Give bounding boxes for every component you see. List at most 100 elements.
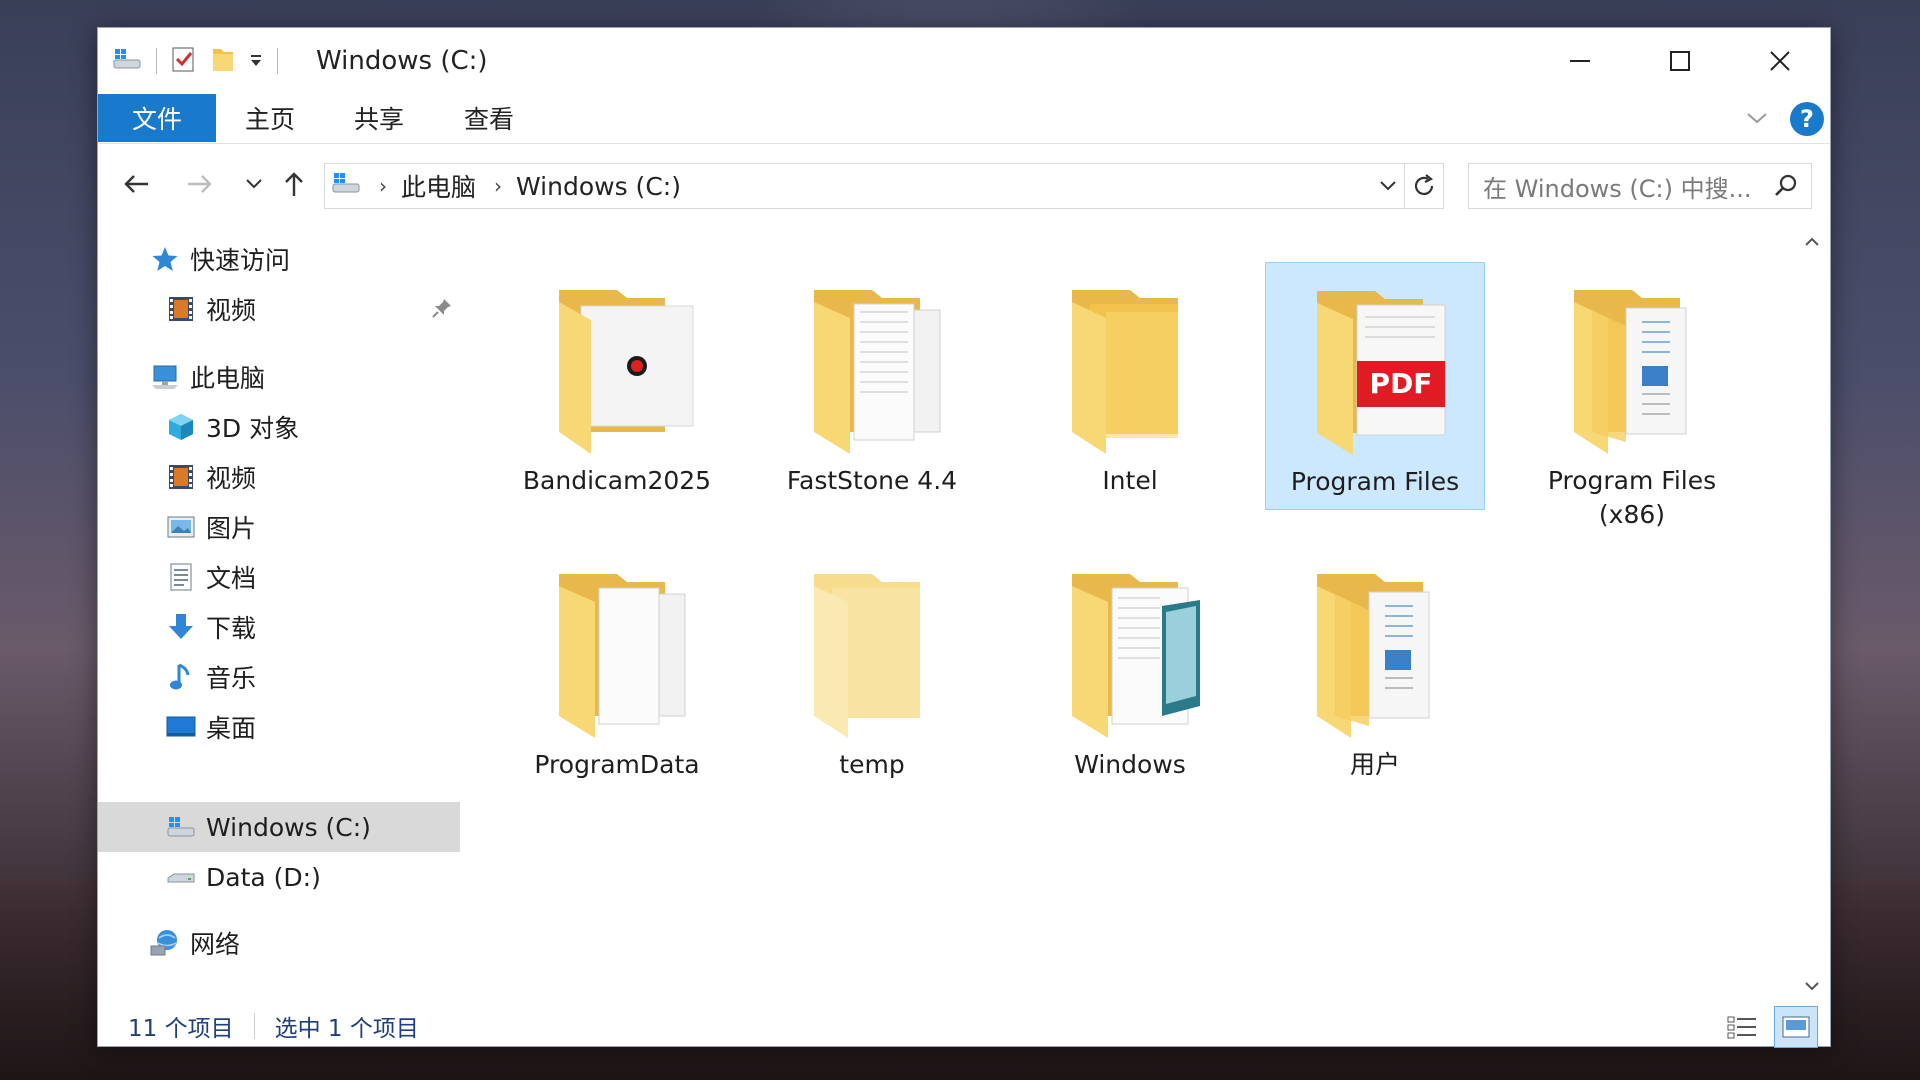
drive-icon (164, 860, 198, 894)
folder-icon (537, 566, 697, 746)
folder-item-programdata[interactable]: ProgramData (507, 546, 727, 794)
folder-item-program-files-x86[interactable]: Program Files (x86) (1522, 262, 1742, 529)
cube-icon (164, 410, 198, 444)
new-folder-icon[interactable] (211, 45, 235, 77)
picture-icon (164, 510, 198, 544)
folder-icon (792, 566, 952, 746)
maximize-icon (1670, 51, 1690, 71)
sidebar-item-label: 网络 (190, 930, 241, 959)
sidebar-item-windows-c[interactable]: Windows (C:) (98, 802, 460, 852)
chevron-down-icon (1805, 982, 1819, 991)
breadcrumb-separator-icon: › (379, 174, 387, 198)
sidebar-item-network[interactable]: 网络 (98, 918, 460, 968)
details-view-button[interactable] (1720, 1006, 1764, 1048)
sidebar-item-this-pc[interactable]: 此电脑 (98, 352, 460, 402)
navigation-pane: 快速访问 视频 此电脑 3D 对象 视频 图片 文档 下载 音乐 桌面 Wind… (98, 224, 460, 984)
sidebar-item-label: Windows (C:) (206, 812, 371, 842)
customize-toolbar-icon[interactable] (249, 49, 263, 73)
address-history-button[interactable] (1371, 164, 1405, 208)
sidebar-item-desktop[interactable]: 桌面 (98, 702, 460, 752)
chevron-down-icon (246, 179, 262, 189)
sidebar-item-label: 图片 (206, 514, 257, 543)
folder-icon (1050, 282, 1210, 462)
folder-item-intel[interactable]: Intel (1020, 262, 1240, 510)
sidebar-item-pictures[interactable]: 图片 (98, 502, 460, 552)
window-controls (1530, 28, 1830, 94)
folder-name: Bandicam2025 (522, 466, 712, 495)
expand-ribbon-button[interactable] (1746, 110, 1768, 129)
sidebar-item-label: 文档 (206, 564, 257, 593)
address-bar[interactable]: › 此电脑 › Windows (C:) (324, 163, 1444, 209)
sidebar-item-3d-objects[interactable]: 3D 对象 (98, 402, 460, 452)
sidebar-item-label: 此电脑 (190, 364, 266, 393)
tab-share[interactable]: 共享 (354, 94, 404, 142)
item-count: 11 个项目 (128, 1016, 234, 1042)
breadcrumb-this-pc[interactable]: 此电脑 (401, 168, 476, 204)
chevron-up-icon (1805, 237, 1819, 246)
sidebar-item-downloads[interactable]: 下载 (98, 602, 460, 652)
sidebar-item-label: 桌面 (206, 714, 257, 743)
tab-view[interactable]: 查看 (464, 94, 514, 142)
minimize-button[interactable] (1530, 28, 1630, 94)
scroll-up-button[interactable] (1794, 224, 1830, 260)
folder-icon (537, 282, 697, 462)
windows-drive-icon (164, 810, 198, 844)
folder-item-bandicam2025[interactable]: Bandicam2025 (507, 262, 727, 510)
vertical-scrollbar[interactable] (1794, 224, 1830, 1004)
maximize-button[interactable] (1630, 28, 1730, 94)
ribbon-tabs: 文件 主页 共享 查看 ? (98, 94, 1830, 144)
details-view-icon (1727, 1016, 1756, 1039)
folder-name: ProgramData (534, 750, 700, 779)
large-icons-view-button[interactable] (1774, 1006, 1818, 1048)
folder-name: Program Files (1290, 467, 1460, 496)
scroll-down-button[interactable] (1794, 968, 1830, 1004)
sidebar-item-label: 下载 (206, 614, 257, 643)
arrow-left-icon (124, 175, 148, 193)
search-icon[interactable] (1773, 173, 1799, 205)
up-button[interactable] (276, 166, 312, 202)
pdf-badge-text: PDF (1370, 367, 1433, 400)
sidebar-item-documents[interactable]: 文档 (98, 552, 460, 602)
pin-icon[interactable] (430, 296, 454, 326)
folder-name: FastStone 4.4 (786, 466, 958, 495)
recent-locations-button[interactable] (236, 166, 272, 202)
drive-icon (331, 170, 361, 202)
toolbar-divider (156, 48, 157, 74)
folder-icon (1552, 282, 1712, 462)
folder-item-program-files[interactable]: PDF Program Files (1265, 262, 1485, 510)
folder-name: Program Files (x86) (1547, 466, 1717, 529)
close-icon (1770, 51, 1790, 71)
sidebar-item-data-d[interactable]: Data (D:) (98, 852, 460, 902)
arrow-right-icon (188, 175, 212, 193)
search-input[interactable]: 在 Windows (C:) 中搜... (1468, 163, 1812, 209)
help-button[interactable]: ? (1790, 102, 1824, 136)
sidebar-item-videos[interactable]: 视频 (98, 452, 460, 502)
close-button[interactable] (1730, 28, 1830, 94)
large-icons-view-icon (1782, 1016, 1810, 1038)
selection-count: 选中 1 个项目 (274, 1016, 419, 1042)
tab-home[interactable]: 主页 (245, 94, 295, 142)
folder-item-users[interactable]: 用户 (1265, 546, 1485, 794)
sidebar-item-label: 音乐 (206, 664, 257, 693)
properties-icon[interactable] (171, 45, 197, 77)
sidebar-item-label: 视频 (206, 464, 257, 493)
title-bar: Windows (C:) (98, 28, 1830, 94)
forward-button[interactable] (182, 166, 218, 202)
sidebar-item-music[interactable]: 音乐 (98, 652, 460, 702)
drive-icon[interactable] (112, 46, 142, 76)
breadcrumb-windows-c[interactable]: Windows (C:) (516, 172, 681, 201)
search-placeholder: 在 Windows (C:) 中搜... (1483, 174, 1752, 203)
back-button[interactable] (118, 166, 154, 202)
folder-item-windows[interactable]: Windows (1020, 546, 1240, 794)
status-divider (253, 1013, 255, 1039)
status-bar: 11 个项目 选中 1 个项目 (98, 1004, 1830, 1048)
folder-item-temp[interactable]: temp (762, 546, 982, 794)
chevron-down-icon (1379, 181, 1396, 191)
folder-item-faststone[interactable]: FastStone 4.4 (762, 262, 982, 510)
sidebar-item-quick-access[interactable]: 快速访问 (98, 234, 460, 284)
sidebar-item-videos-pinned[interactable]: 视频 (98, 284, 460, 334)
tab-file[interactable]: 文件 (98, 94, 216, 142)
ribbon-right-controls: ? (1746, 102, 1824, 136)
refresh-button[interactable] (1405, 164, 1443, 208)
download-icon (164, 610, 198, 644)
